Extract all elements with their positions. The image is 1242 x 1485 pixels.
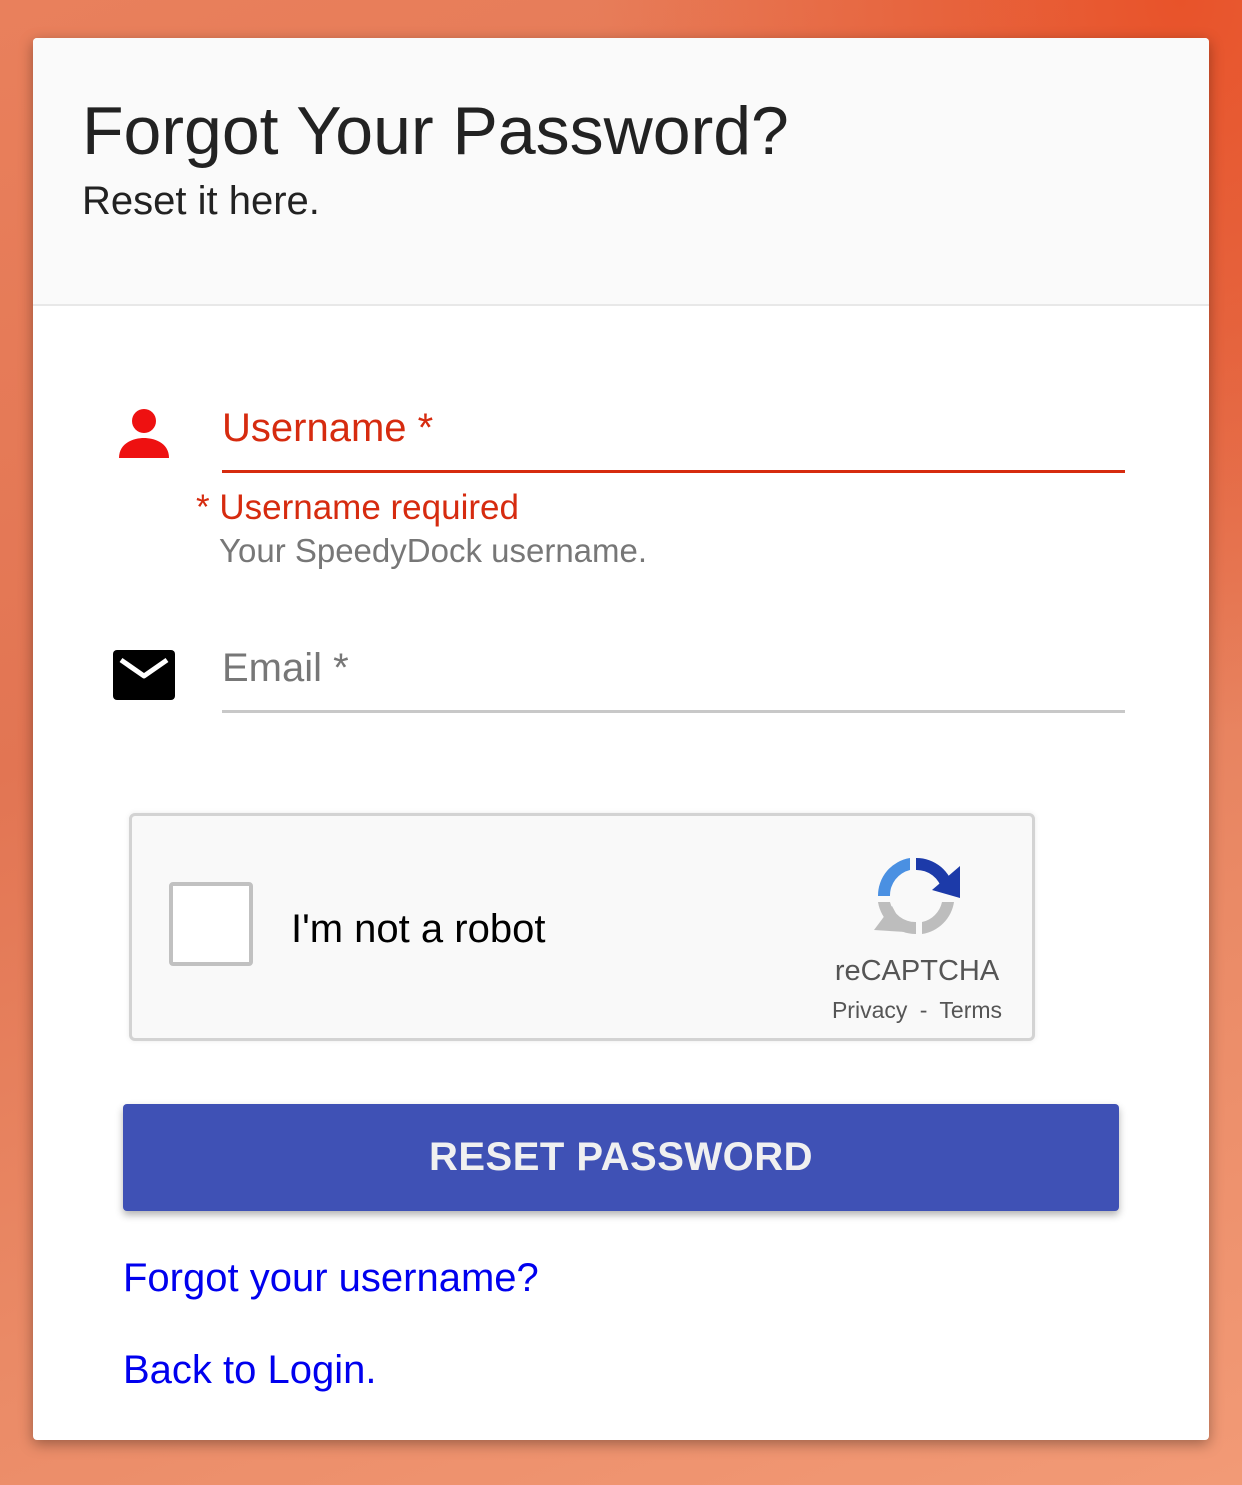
recaptcha-widget: I'm not a robot reCAPTCHA Privacy - Term… bbox=[129, 813, 1035, 1041]
username-label: Username * bbox=[222, 406, 434, 450]
reset-password-button[interactable]: RESET PASSWORD bbox=[123, 1104, 1119, 1211]
page-subtitle: Reset it here. bbox=[82, 179, 320, 223]
username-field[interactable]: Username * bbox=[222, 404, 1125, 474]
email-underline bbox=[222, 710, 1125, 713]
recaptcha-links: Privacy - Terms bbox=[822, 997, 1012, 1024]
username-error-text: * Username required bbox=[196, 488, 519, 527]
recaptcha-brand: reCAPTCHA bbox=[834, 955, 1000, 987]
mail-icon bbox=[113, 650, 175, 705]
username-helper-text: Your SpeedyDock username. bbox=[219, 532, 648, 569]
person-icon bbox=[117, 408, 171, 465]
email-field[interactable]: Email * bbox=[222, 644, 1125, 714]
back-to-login-link[interactable]: Back to Login. bbox=[123, 1348, 377, 1393]
recaptcha-checkbox[interactable] bbox=[169, 882, 253, 966]
recaptcha-privacy-link[interactable]: Privacy bbox=[832, 997, 907, 1023]
email-label: Email * bbox=[222, 646, 349, 690]
forgot-username-link[interactable]: Forgot your username? bbox=[123, 1256, 539, 1301]
reset-password-card: Forgot Your Password? Reset it here. Use… bbox=[33, 38, 1209, 1440]
username-underline bbox=[222, 470, 1125, 473]
page-title: Forgot Your Password? bbox=[82, 93, 789, 169]
recaptcha-terms-link[interactable]: Terms bbox=[939, 997, 1002, 1023]
recaptcha-links-separator: - bbox=[919, 997, 928, 1023]
card-header: Forgot Your Password? Reset it here. bbox=[33, 38, 1209, 306]
recaptcha-label: I'm not a robot bbox=[291, 907, 546, 951]
recaptcha-logo-icon bbox=[870, 850, 962, 942]
